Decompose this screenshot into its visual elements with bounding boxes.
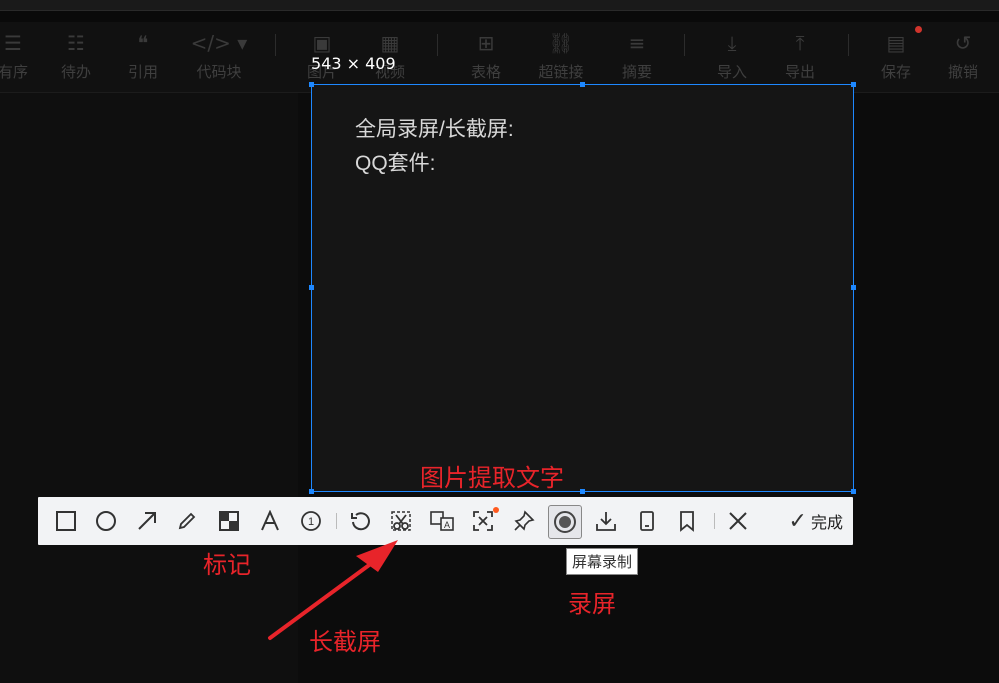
- annotation-arrow: [268, 558, 378, 640]
- annotation-arrow-layer: [268, 540, 398, 640]
- annotation-arrowhead: [356, 540, 398, 572]
